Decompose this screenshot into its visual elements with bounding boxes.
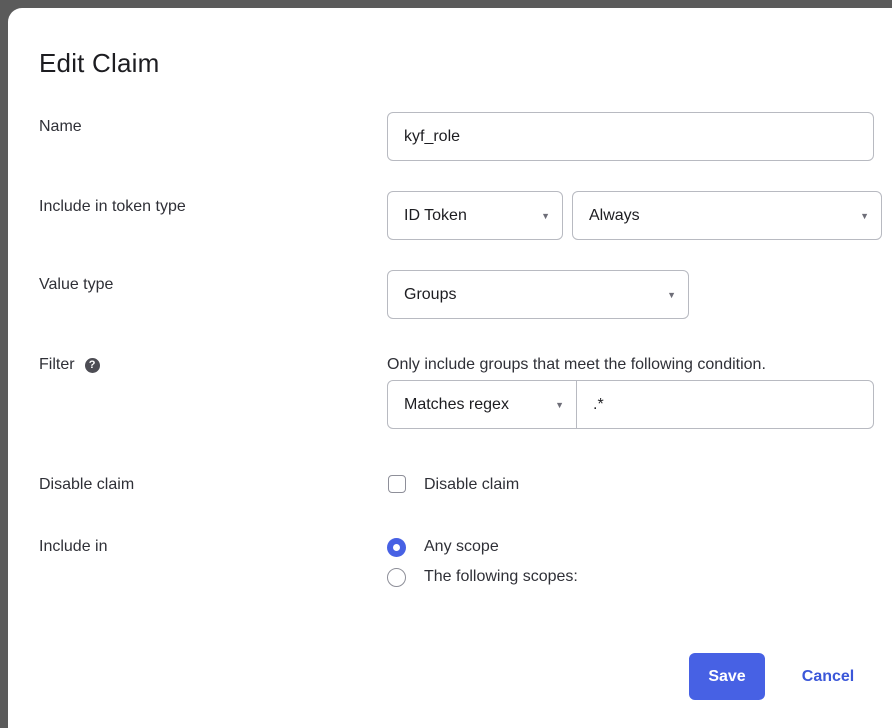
chevron-down-icon: ▼: [541, 210, 550, 221]
dialog-title: Edit Claim: [39, 48, 160, 78]
token-when-select[interactable]: Always ▼: [572, 191, 882, 240]
filter-group: Matches regex ▼ .*: [387, 380, 874, 429]
edit-claim-dialog: Edit Claim Name kyf_role Include in toke…: [8, 8, 892, 728]
radio-any-scope[interactable]: [387, 538, 406, 557]
radio-following-scopes[interactable]: [387, 568, 406, 587]
name-input-value: kyf_role: [404, 127, 461, 145]
disable-claim-label: Disable claim: [39, 476, 135, 493]
filter-operator-select[interactable]: Matches regex ▼: [388, 381, 577, 428]
include-in-label: Include in: [39, 538, 108, 555]
token-type-select[interactable]: ID Token ▼: [387, 191, 563, 240]
chevron-down-icon: ▼: [860, 210, 869, 221]
name-label: Name: [39, 118, 82, 135]
radio-any-scope-label[interactable]: Any scope: [424, 538, 499, 556]
filter-operator-value: Matches regex: [404, 395, 509, 413]
cancel-button[interactable]: Cancel: [783, 653, 873, 700]
token-when-select-value: Always: [589, 206, 640, 224]
chevron-down-icon: ▼: [555, 399, 564, 410]
name-input[interactable]: kyf_role: [387, 112, 874, 161]
token-type-select-value: ID Token: [404, 206, 467, 224]
filter-hint: Only include groups that meet the follow…: [387, 356, 766, 373]
help-icon[interactable]: ?: [84, 358, 100, 373]
chevron-down-icon: ▼: [667, 289, 676, 300]
filter-pattern-value: .*: [593, 395, 604, 413]
save-button[interactable]: Save: [689, 653, 765, 700]
value-type-select-value: Groups: [404, 285, 457, 303]
disable-claim-checkbox[interactable]: [388, 475, 406, 493]
radio-following-scopes-label[interactable]: The following scopes:: [424, 568, 578, 586]
filter-label: Filter?: [39, 356, 100, 374]
filter-label-text: Filter: [39, 356, 75, 373]
value-type-label: Value type: [39, 276, 114, 293]
disable-claim-checkbox-label[interactable]: Disable claim: [424, 476, 519, 494]
token-type-label: Include in token type: [39, 198, 186, 215]
value-type-select[interactable]: Groups ▼: [387, 270, 689, 319]
